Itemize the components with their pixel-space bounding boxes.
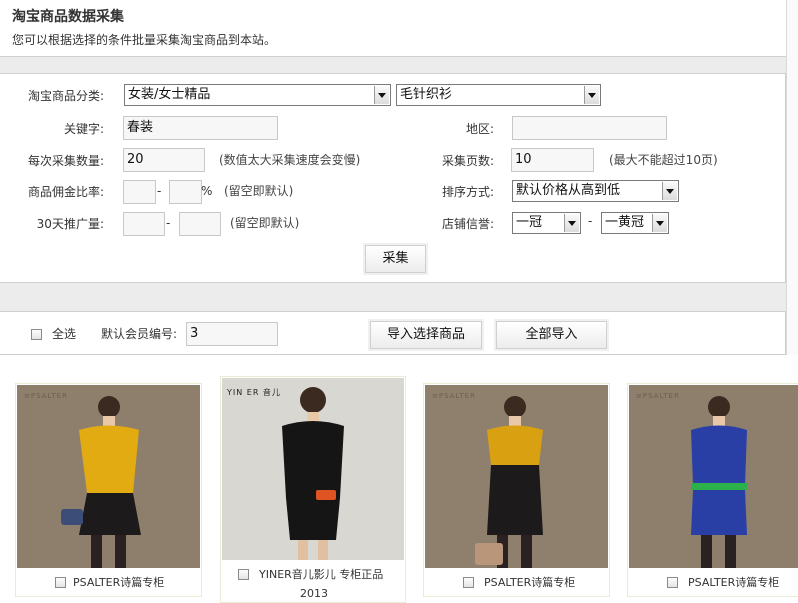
- select-all-label: 全选: [52, 327, 77, 341]
- brand-mark: ≡PSALTER: [24, 392, 68, 400]
- credit-label: 店铺信誉:: [441, 217, 494, 231]
- model-bottom: [691, 490, 747, 535]
- category-primary-select[interactable]: 女装/女士精品: [124, 84, 391, 106]
- chevron-down-icon: [374, 86, 389, 104]
- model-bottom: [286, 498, 340, 540]
- model-top: [487, 425, 543, 465]
- collect-button[interactable]: 采集: [365, 245, 426, 273]
- keyword-label: 关键字:: [63, 122, 104, 136]
- sort-select[interactable]: 默认价格从高到低: [512, 180, 679, 202]
- product-image[interactable]: [17, 385, 200, 568]
- model-leg: [701, 535, 712, 568]
- product-subtitle: 2013: [300, 587, 328, 600]
- model-bottom: [487, 465, 543, 535]
- page-description: 您可以根据选择的条件批量采集淘宝商品到本站。: [12, 33, 277, 47]
- product-title: PSALTER诗篇专柜: [484, 576, 576, 589]
- model-leg: [91, 535, 102, 568]
- model-top: [79, 425, 139, 493]
- model-top: [282, 421, 344, 498]
- chevron-down-icon: [662, 182, 677, 200]
- credit-max-select[interactable]: 一黄冠: [601, 212, 669, 234]
- product-image[interactable]: [222, 378, 404, 560]
- pages-label: 采集页数:: [441, 154, 494, 168]
- model-head: [708, 396, 730, 418]
- commission-label: 商品佣金比率:: [27, 185, 104, 199]
- model-top: [691, 425, 747, 485]
- per-count-hint: (数值太大采集速度会变慢): [219, 153, 361, 167]
- pages-input[interactable]: 10: [511, 148, 594, 172]
- model-leg: [318, 540, 328, 560]
- model-leg: [115, 535, 126, 568]
- brand-mark: YIN ER 音儿: [227, 388, 281, 397]
- region-input[interactable]: [512, 116, 667, 140]
- product-card[interactable]: ≡PSALTER PSALTER诗篇专柜: [15, 383, 202, 597]
- category-primary-value: 女装/女士精品: [128, 87, 211, 102]
- product-checkbox[interactable]: [463, 577, 474, 588]
- region-label: 地区:: [465, 122, 494, 136]
- member-id-label: 默认会员编号:: [101, 327, 178, 341]
- per-count-label: 每次采集数量:: [27, 154, 104, 168]
- commission-hint: (留空即默认): [224, 184, 294, 198]
- sort-value: 默认价格从高到低: [516, 183, 621, 198]
- product-checkbox[interactable]: [667, 577, 678, 588]
- clutch-bag: [316, 490, 336, 500]
- model-leg: [725, 535, 736, 568]
- model-leg: [521, 535, 532, 568]
- category-secondary-select[interactable]: 毛针织衫: [396, 84, 601, 106]
- product-title: YINER音儿影儿 专柜正品: [259, 568, 384, 581]
- credit-min-select[interactable]: 一冠: [512, 212, 581, 234]
- product-image[interactable]: [629, 385, 798, 568]
- percent-sign: %: [201, 184, 213, 198]
- promo-label: 30天推广量:: [36, 217, 104, 231]
- product-checkbox[interactable]: [238, 569, 249, 580]
- handbag: [475, 543, 503, 565]
- brand-mark: ≡PSALTER: [432, 392, 476, 400]
- import-action-bar: 全选 默认会员编号: 3 导入选择商品 全部导入: [0, 311, 786, 355]
- product-title: PSALTER诗篇专柜: [688, 576, 780, 589]
- brand-mark: ≡PSALTER: [636, 392, 680, 400]
- category-secondary-value: 毛针织衫: [400, 87, 453, 102]
- product-card[interactable]: ≡PSALTER PSALTER诗篇专柜: [423, 383, 610, 597]
- credit-min-value: 一冠: [516, 215, 543, 230]
- product-card[interactable]: YIN ER 音儿 YINER音儿影儿 专柜正品 2013: [220, 376, 406, 603]
- belt: [691, 483, 747, 490]
- product-image[interactable]: [425, 385, 608, 568]
- chevron-down-icon: [564, 214, 579, 232]
- select-all-checkbox[interactable]: [31, 329, 42, 340]
- keyword-input[interactable]: 春装: [123, 116, 278, 140]
- chevron-down-icon: [652, 214, 667, 232]
- filter-form-panel: 淘宝商品分类: 女装/女士精品 毛针织衫 关键字: 春装 地区: 每次采集数量:…: [0, 73, 786, 283]
- commission-max-input[interactable]: [169, 180, 202, 204]
- header-panel: 淘宝商品数据采集 您可以根据选择的条件批量采集淘宝商品到本站。: [0, 0, 787, 57]
- range-dash: -: [157, 184, 162, 198]
- import-selected-button[interactable]: 导入选择商品: [370, 321, 482, 349]
- model-head: [98, 396, 120, 418]
- model-head: [504, 396, 526, 418]
- sort-label: 排序方式:: [441, 185, 494, 199]
- handbag: [61, 509, 83, 525]
- member-id-input[interactable]: 3: [186, 322, 278, 346]
- promo-hint: (留空即默认): [230, 216, 300, 230]
- category-label: 淘宝商品分类:: [27, 89, 104, 103]
- model-leg: [298, 540, 308, 560]
- pages-hint: (最大不能超过10页): [609, 153, 718, 167]
- commission-min-input[interactable]: [123, 180, 156, 204]
- credit-max-value: 一黄冠: [605, 215, 645, 230]
- model-head: [300, 387, 326, 413]
- range-dash: -: [166, 216, 171, 230]
- product-card[interactable]: ≡PSALTER PSALTER诗篇专柜: [627, 383, 798, 597]
- product-title: PSALTER诗篇专柜: [73, 576, 165, 589]
- model-bottom: [79, 493, 141, 535]
- promo-max-input[interactable]: [179, 212, 221, 236]
- page-title: 淘宝商品数据采集: [12, 9, 124, 25]
- range-dash: -: [588, 214, 593, 228]
- promo-min-input[interactable]: [123, 212, 165, 236]
- product-checkbox[interactable]: [55, 577, 66, 588]
- page-scrollbar[interactable]: [786, 0, 798, 355]
- import-all-button[interactable]: 全部导入: [496, 321, 607, 349]
- per-count-input[interactable]: 20: [123, 148, 205, 172]
- chevron-down-icon: [584, 86, 599, 104]
